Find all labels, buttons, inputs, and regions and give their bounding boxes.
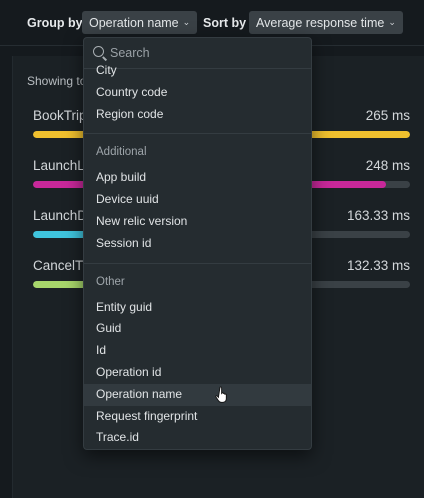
dropdown-option[interactable]: Session id xyxy=(84,233,311,255)
search-icon xyxy=(93,46,104,57)
group-by-dropdown: CityCountry codeRegion code AdditionalApp… xyxy=(83,37,312,450)
sort-by-label: Sort by xyxy=(203,16,247,30)
chevron-down-icon: ⌄ xyxy=(182,17,191,27)
dropdown-option[interactable]: Operation id xyxy=(84,362,311,384)
dropdown-option[interactable]: Region code xyxy=(84,104,311,126)
group-by-label: Group by xyxy=(27,16,83,30)
dropdown-option[interactable]: New relic version xyxy=(84,211,311,233)
dropdown-option[interactable]: City xyxy=(84,60,311,82)
chevron-down-icon: ⌄ xyxy=(388,17,396,27)
row-name: LaunchL xyxy=(33,158,85,173)
hand-pointer-icon xyxy=(215,386,227,403)
dropdown-options: City Country code Region code Additional App… xyxy=(84,60,311,449)
sort-by-select[interactable]: Average response time ⌄ xyxy=(249,11,403,34)
dropdown-section-title: Additional xyxy=(84,133,311,167)
row-name: LaunchD xyxy=(33,208,88,223)
dropdown-option[interactable]: Country code xyxy=(84,82,311,104)
dropdown-option[interactable]: Operation name xyxy=(84,383,311,406)
dropdown-option[interactable]: Device uuid xyxy=(84,189,311,211)
sort-by-value: Average response time xyxy=(256,15,385,30)
dropdown-option[interactable]: Guid xyxy=(84,318,311,340)
dropdown-option[interactable]: Trace.id xyxy=(84,427,311,449)
dropdown-option[interactable]: Request fingerprint xyxy=(84,406,311,428)
row-name: BookTrip xyxy=(33,108,87,123)
row-value: 132.33 ms xyxy=(346,258,410,273)
dropdown-option[interactable]: Id xyxy=(84,340,311,362)
dropdown-option[interactable]: App build xyxy=(84,167,311,189)
dropdown-section-title: Other xyxy=(84,262,311,297)
group-by-select[interactable]: Operation name ⌄ xyxy=(82,11,198,34)
showing-text: Showing to xyxy=(27,74,87,88)
group-by-value: Operation name xyxy=(89,15,179,30)
row-name: CancelT xyxy=(33,258,84,273)
row-value: 265 ms xyxy=(365,108,410,123)
row-value: 248 ms xyxy=(365,158,410,173)
dropdown-option[interactable]: Entity guid xyxy=(84,297,311,319)
row-value: 163.33 ms xyxy=(346,208,410,223)
